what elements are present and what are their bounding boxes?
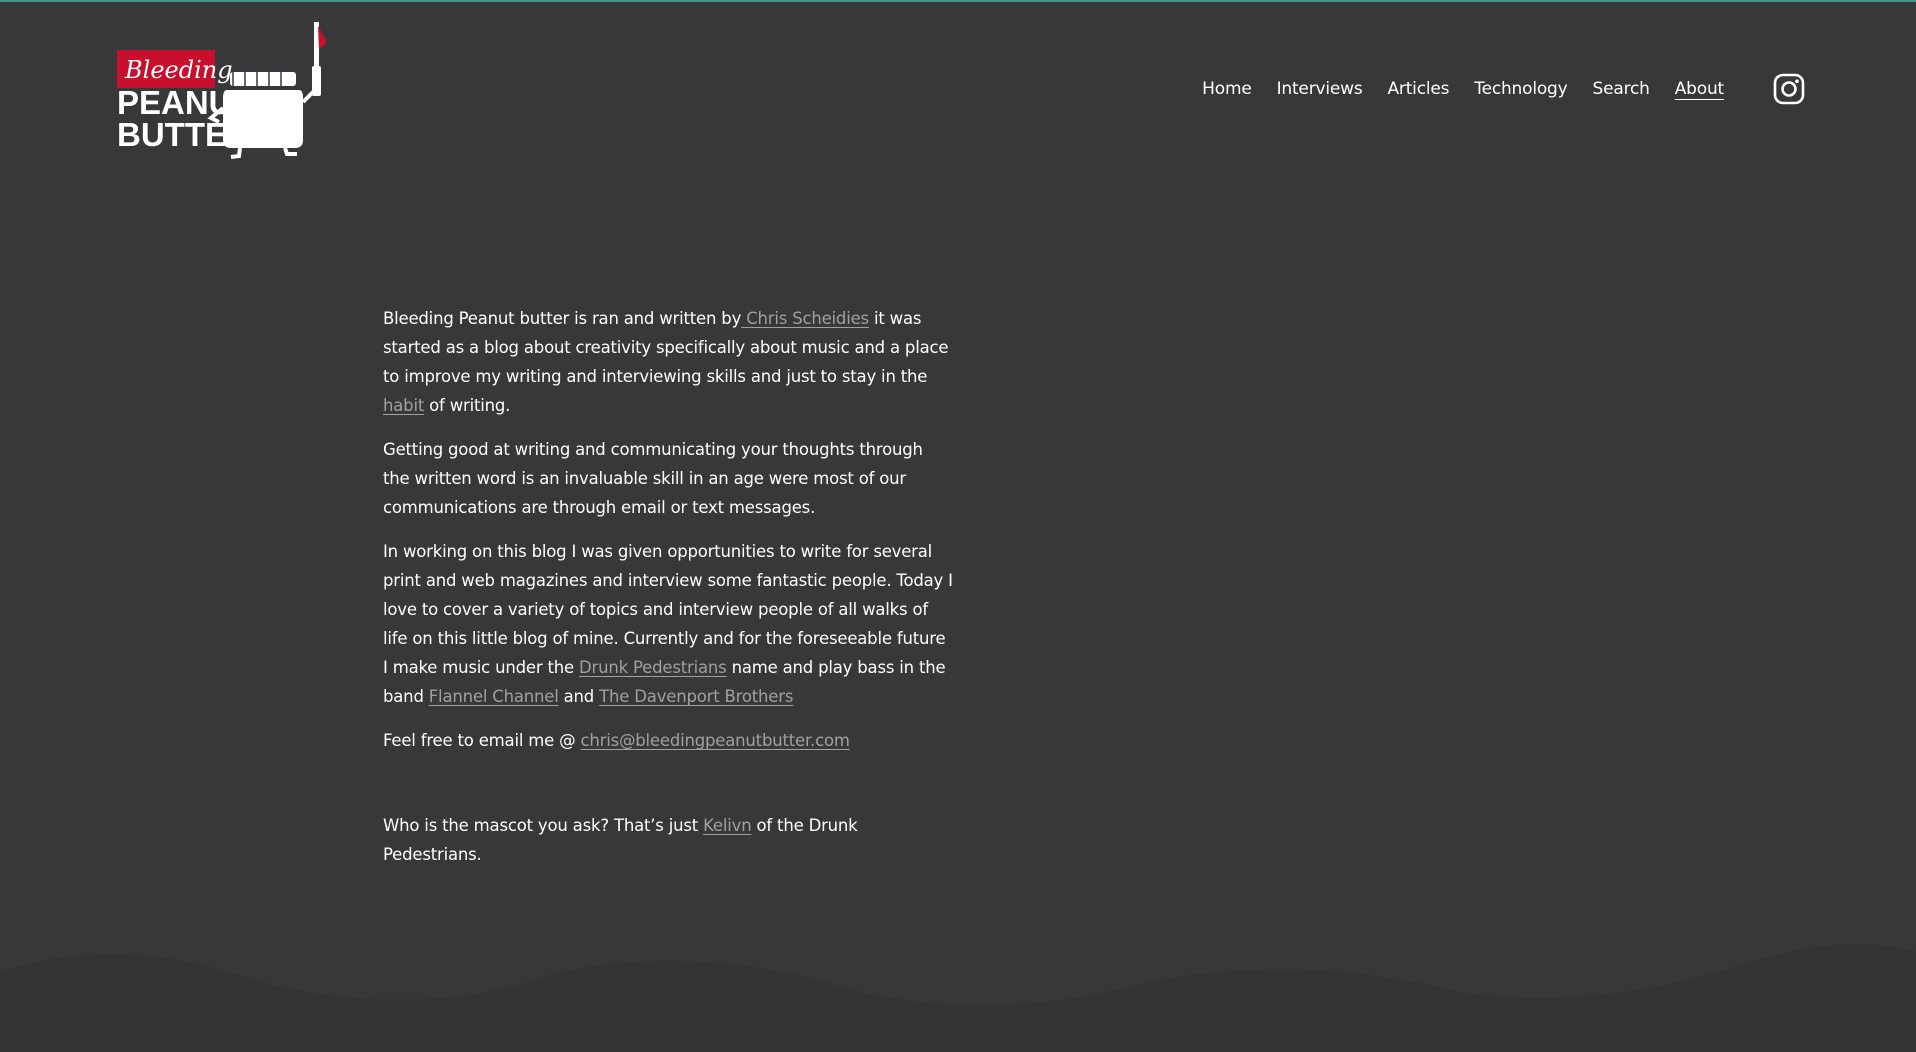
background-silhouette [0, 944, 1916, 1052]
main-nav: Home Interviews Articles Technology Sear… [1177, 76, 1724, 102]
about-paragraph-email: Feel free to email me @ chris@bleedingpe… [383, 731, 850, 750]
link-flannel-channel[interactable]: Flannel Channel [429, 687, 559, 706]
about-paragraph-1: Bleeding Peanut butter is ran and writte… [383, 309, 949, 415]
nav-technology[interactable]: Technology [1474, 76, 1567, 102]
site-logo[interactable]: Bleeding PEANUT BUTTER [115, 20, 335, 160]
link-davenport-brothers[interactable]: The Davenport Brothers [599, 687, 793, 706]
link-kelivn[interactable]: Kelivn [703, 816, 752, 835]
about-paragraph-2: Getting good at writing and communicatin… [383, 440, 923, 517]
link-chris-scheidies[interactable]: Chris Scheidies [741, 309, 869, 328]
about-paragraph-3: In working on this blog I was given oppo… [383, 542, 953, 706]
nav-about[interactable]: About [1675, 76, 1724, 102]
instagram-icon[interactable] [1773, 73, 1805, 105]
nav-interviews[interactable]: Interviews [1277, 76, 1363, 102]
page: Bleeding PEANUT BUTTER Home Interviews A… [0, 0, 1916, 1052]
link-habit[interactable]: habit [383, 396, 424, 415]
link-drunk-pedestrians[interactable]: Drunk Pedestrians [579, 658, 727, 677]
about-content: Bleeding Peanut butter is ran and writte… [383, 304, 953, 884]
logo-script-text: Bleeding [124, 56, 233, 84]
nav-articles[interactable]: Articles [1387, 76, 1449, 102]
about-paragraph-mascot: Who is the mascot you ask? That’s just K… [383, 816, 858, 864]
nav-home[interactable]: Home [1202, 76, 1252, 102]
nav-search[interactable]: Search [1593, 76, 1650, 102]
email-link[interactable]: chris@bleedingpeanutbutter.com [580, 731, 849, 750]
